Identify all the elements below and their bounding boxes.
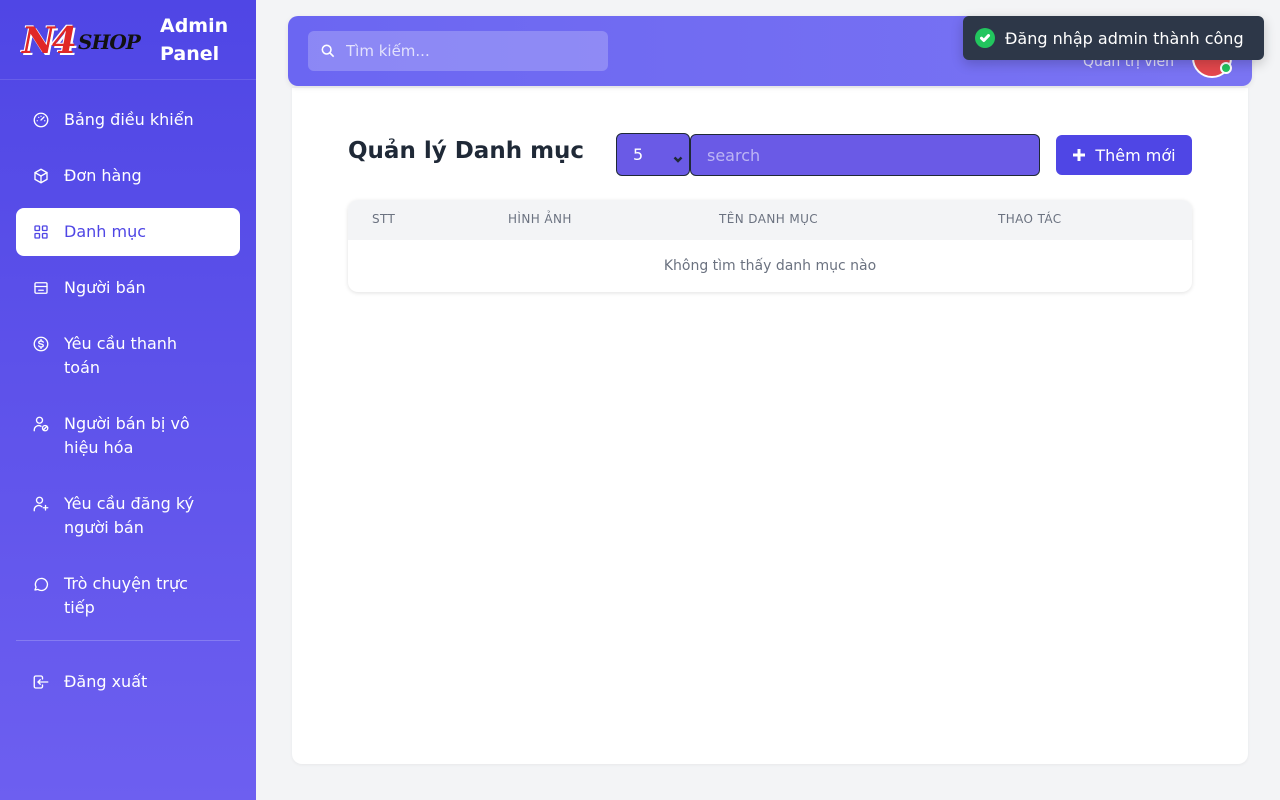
sidebar-item-label: Yêu cầu thanh toán	[64, 334, 178, 377]
sidebar-item-label: Đơn hàng	[64, 166, 142, 185]
category-table: STT HÌNH ẢNH TÊN DANH MỤC THAO TÁC Không…	[348, 200, 1192, 292]
sidebar-item-sellers[interactable]: Người bán	[16, 264, 240, 312]
sidebar-item-payment-requests[interactable]: Yêu cầu thanh toán	[16, 320, 240, 392]
chevron-down-icon	[673, 149, 683, 163]
column-header-actions: THAO TÁC	[998, 212, 1062, 226]
dollar-icon	[32, 335, 50, 353]
grid-icon	[32, 223, 50, 241]
sidebar-item-live-chat[interactable]: Trò chuyện trực tiếp	[16, 560, 240, 632]
brand: N4 SHOP Admin Panel	[0, 0, 256, 80]
add-category-button[interactable]: Thêm mới	[1056, 135, 1192, 175]
user-plus-icon	[32, 495, 50, 513]
gauge-icon	[32, 111, 50, 129]
logo-shop: SHOP	[78, 29, 141, 54]
column-header-image: HÌNH ẢNH	[508, 212, 572, 226]
sidebar-item-disabled-sellers[interactable]: Người bán bị vô hiệu hóa	[16, 400, 240, 472]
plus-icon	[1073, 149, 1086, 161]
box-icon	[32, 167, 50, 185]
sidebar-item-label: Đăng xuất	[64, 672, 148, 691]
chat-icon	[32, 575, 50, 593]
shop-logo[interactable]: N4 SHOP	[22, 18, 141, 62]
empty-state: Không tìm thấy danh mục nào	[663, 258, 877, 274]
main-content: Quản lý Danh mục 5 Thêm mới STT HÌNH ẢNH…	[292, 88, 1248, 764]
sidebar-item-orders[interactable]: Đơn hàng	[16, 152, 240, 200]
table-header: STT HÌNH ẢNH TÊN DANH MỤC THAO TÁC	[348, 200, 1192, 240]
column-header-index: STT	[372, 212, 396, 226]
per-page-value: 5	[633, 145, 644, 164]
user-block-icon	[32, 415, 50, 433]
per-page-select[interactable]: 5	[616, 133, 690, 176]
logo-n4: N4	[22, 19, 77, 62]
sidebar-item-label: Bảng điều khiển	[64, 110, 194, 129]
sidebar-item-label: Trò chuyện trực tiếp	[64, 574, 188, 617]
sidebar-item-categories[interactable]: Danh mục	[16, 208, 240, 256]
sidebar-divider	[16, 640, 240, 641]
sidebar: N4 SHOP Admin Panel Bảng điều khiển Đơn …	[0, 0, 256, 800]
online-status-dot	[1220, 62, 1232, 74]
toast-message: Đăng nhập admin thành công	[1005, 28, 1244, 48]
global-search	[308, 31, 608, 71]
sidebar-item-seller-registrations[interactable]: Yêu cầu đăng ký người bán	[16, 480, 240, 552]
sidebar-item-logout[interactable]: Đăng xuất	[16, 658, 240, 706]
login-success-toast[interactable]: Đăng nhập admin thành công	[963, 16, 1264, 60]
sidebar-item-dashboard[interactable]: Bảng điều khiển	[16, 96, 240, 144]
brand-title: Admin Panel	[160, 14, 229, 65]
sidebar-item-label: Người bán bị vô hiệu hóa	[64, 414, 190, 457]
category-search	[690, 134, 1040, 176]
add-category-label: Thêm mới	[1095, 145, 1176, 165]
sidebar-item-label: Danh mục	[64, 222, 147, 241]
category-search-input[interactable]	[707, 145, 1027, 165]
store-icon	[32, 279, 50, 297]
logout-icon	[32, 673, 50, 691]
global-search-input[interactable]	[346, 42, 596, 60]
sidebar-item-label: Người bán	[64, 278, 146, 297]
check-circle-icon	[975, 28, 995, 48]
page-title: Quản lý Danh mục	[348, 138, 585, 164]
sidebar-item-label: Yêu cầu đăng ký người bán	[64, 494, 195, 537]
search-icon	[321, 44, 335, 58]
column-header-name: TÊN DANH MỤC	[719, 212, 819, 226]
sidebar-nav: Bảng điều khiển Đơn hàng Danh mục Người …	[0, 80, 256, 706]
